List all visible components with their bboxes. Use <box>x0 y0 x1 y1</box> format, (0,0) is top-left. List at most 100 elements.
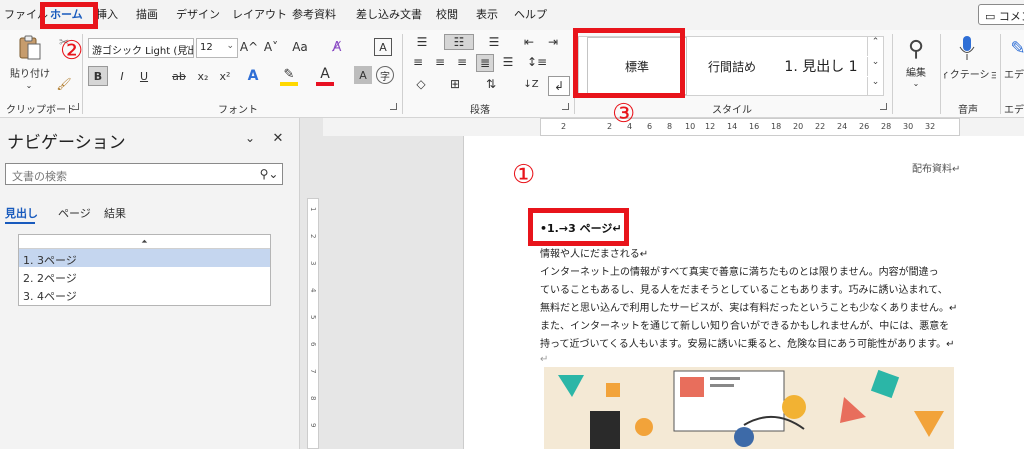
gallery-more-icon[interactable]: ⌄ <box>867 77 883 96</box>
menu-draw[interactable]: 描画 <box>136 6 158 22</box>
vertical-ruler: 1 2 3 4 5 6 7 8 9 <box>299 118 323 449</box>
numbering-icon[interactable]: ☷ <box>444 34 474 50</box>
document-illustration[interactable] <box>544 367 954 449</box>
ruler-number: 14 <box>727 122 738 131</box>
separator <box>402 34 403 114</box>
gallery-up-icon[interactable]: ⌃ <box>867 37 883 56</box>
text-effects-icon[interactable]: A <box>244 66 262 86</box>
menu-insert[interactable]: 挿入 <box>96 6 118 22</box>
italic-button[interactable]: I <box>114 66 130 86</box>
shading-icon[interactable]: ◇ <box>410 76 432 92</box>
annotation-box-home-tab <box>40 2 98 29</box>
microphone-icon[interactable] <box>954 32 980 64</box>
styles-launcher-icon[interactable] <box>880 103 887 110</box>
ruler-number: 6 <box>647 122 653 131</box>
document-line[interactable]: 無料だと思い込んで利用したサービスが、実は有料だったということも少なくありません… <box>540 304 957 314</box>
grow-font-button[interactable]: A^ <box>240 38 258 56</box>
character-border-icon[interactable]: A <box>374 38 392 56</box>
chevron-down-icon: ⌄ <box>226 41 234 51</box>
editor-button[interactable]: エディター <box>1004 66 1024 92</box>
paste-icon[interactable] <box>14 34 46 62</box>
change-case-button[interactable]: Aa <box>288 38 312 56</box>
nav-tab-headings[interactable]: 見出し <box>5 205 38 221</box>
paste-dropdown-icon[interactable]: ⌄ <box>22 80 36 90</box>
ruler-number: 1 <box>309 207 317 212</box>
ruler-number: 6 <box>309 342 317 347</box>
sort-icon[interactable]: ↓Z <box>522 76 540 92</box>
superscript-button[interactable]: x² <box>216 66 234 86</box>
comment-button[interactable]: ▭ コメント <box>978 4 1024 25</box>
menu-references[interactable]: 参考資料 <box>292 6 336 22</box>
paste-label[interactable]: 貼り付け <box>8 65 52 80</box>
justify-icon[interactable]: ≣ <box>476 54 494 72</box>
shrink-font-button[interactable]: A˅ <box>262 38 280 56</box>
distributed-icon[interactable]: ☰ <box>500 54 516 70</box>
subscript-button[interactable]: x₂ <box>194 66 212 86</box>
underline-button[interactable]: U <box>136 66 152 86</box>
close-icon[interactable]: ✕ <box>270 130 286 146</box>
bullets-icon[interactable]: ☰ <box>410 34 434 50</box>
style-heading-1[interactable]: 1. 見出し 1 <box>777 37 865 95</box>
nav-tab-pages[interactable]: ページ <box>58 205 91 221</box>
align-center-icon[interactable]: ≡ <box>432 54 448 70</box>
chevron-down-icon[interactable]: ⌄ <box>910 78 922 88</box>
ruler-number: 30 <box>903 122 914 131</box>
search-icon[interactable]: ⚲⌄ <box>258 166 280 182</box>
search-icon[interactable]: ⚲ <box>900 34 932 64</box>
nav-tab-results[interactable]: 結果 <box>104 205 126 221</box>
menu-design[interactable]: デザイン <box>176 6 220 22</box>
line-spacing-icon[interactable]: ↕≡ <box>526 54 548 70</box>
nav-heading-item[interactable]: 3. 4ページ <box>19 285 270 303</box>
borders-icon[interactable]: ⊞ <box>444 76 466 92</box>
font-name-dropdown[interactable]: 游ゴシック Light (見出 ⌄ <box>88 38 194 58</box>
vertical-ruler-track: 1 2 3 4 5 6 7 8 9 <box>307 198 319 449</box>
character-shading-icon[interactable]: A <box>354 66 372 84</box>
chevron-down-icon[interactable]: ⌄ <box>242 130 258 146</box>
chevron-down-icon: ⌄ <box>182 41 190 51</box>
separator <box>1000 34 1001 114</box>
nav-search-placeholder: 文書の検索 <box>12 170 67 183</box>
font-launcher-icon[interactable] <box>390 103 397 110</box>
voice-group-label: 音声 <box>958 105 978 116</box>
dictate-button[interactable]: ディクテーション <box>944 66 996 81</box>
enclose-characters-icon[interactable]: 字 <box>376 66 394 84</box>
nav-heading-item[interactable]: 1. 3ページ <box>19 249 270 267</box>
menu-layout[interactable]: レイアウト <box>232 6 287 22</box>
show-marks-icon[interactable]: ↲ <box>548 76 570 96</box>
editing-button[interactable]: 編集 <box>900 64 932 79</box>
comment-icon: ▭ <box>985 10 996 23</box>
nav-search-input[interactable]: 文書の検索 ⚲⌄ <box>5 163 283 185</box>
highlight-color-icon[interactable]: ✎ <box>280 66 298 86</box>
font-color-icon[interactable]: A <box>316 66 334 86</box>
style-no-spacing[interactable]: 行間詰め <box>689 37 775 95</box>
decrease-indent-icon[interactable]: ⇤ <box>520 34 538 50</box>
clipboard-launcher-icon[interactable] <box>72 103 79 110</box>
document-line[interactable]: ていることもあるし、見る人をだまそうとしていることもあります。巧みに誘い込まれて… <box>540 286 948 296</box>
collapse-icon[interactable]: ⏶ <box>19 235 270 249</box>
font-size-dropdown[interactable]: 12 ⌄ <box>196 38 238 58</box>
editor-icon[interactable]: ✎ <box>1006 34 1024 62</box>
asian-layout-icon[interactable]: ⇅ <box>482 76 500 92</box>
bold-button[interactable]: B <box>88 66 108 86</box>
format-painter-icon[interactable]: 🖌 <box>56 76 72 92</box>
paragraph-launcher-icon[interactable] <box>562 103 569 110</box>
clear-formatting-icon[interactable]: A̸ <box>328 38 346 56</box>
align-left-icon[interactable]: ≡ <box>410 54 426 70</box>
menu-review[interactable]: 校閲 <box>436 6 458 22</box>
increase-indent-icon[interactable]: ⇥ <box>544 34 562 50</box>
document-line[interactable]: インターネット上の情報がすべて真実で善意に満ちたものとは限りません。内容が間違っ <box>540 268 939 278</box>
strikethrough-button[interactable]: ab <box>170 66 188 86</box>
document-line[interactable]: また、インターネットを通じて新しい知り合いができるかもしれませんが、中には、悪意… <box>540 322 949 332</box>
nav-heading-item[interactable]: 2. 2ページ <box>19 267 270 285</box>
ruler-number: 16 <box>749 122 760 131</box>
align-right-icon[interactable]: ≡ <box>454 54 470 70</box>
menu-view[interactable]: 表示 <box>476 6 498 22</box>
document-line[interactable]: 持って近づいてくる人もいます。安易に誘いに乗ると、危険な目にあう可能性があります… <box>540 340 954 350</box>
menu-mailings[interactable]: 差し込み文書 <box>356 6 422 22</box>
gallery-down-icon[interactable]: ⌄ <box>867 57 883 76</box>
navigation-pane: ナビゲーション ⌄ ✕ 文書の検索 ⚲⌄ 見出し ページ 結果 ⏶ 1. 3ペー… <box>0 118 299 449</box>
multilevel-list-icon[interactable]: ☰ <box>482 34 506 50</box>
menu-help[interactable]: ヘルプ <box>514 6 547 22</box>
document-line[interactable]: 情報や人にだまされる↵ <box>540 250 648 260</box>
font-name-value: 游ゴシック Light (見出 <box>92 46 194 57</box>
